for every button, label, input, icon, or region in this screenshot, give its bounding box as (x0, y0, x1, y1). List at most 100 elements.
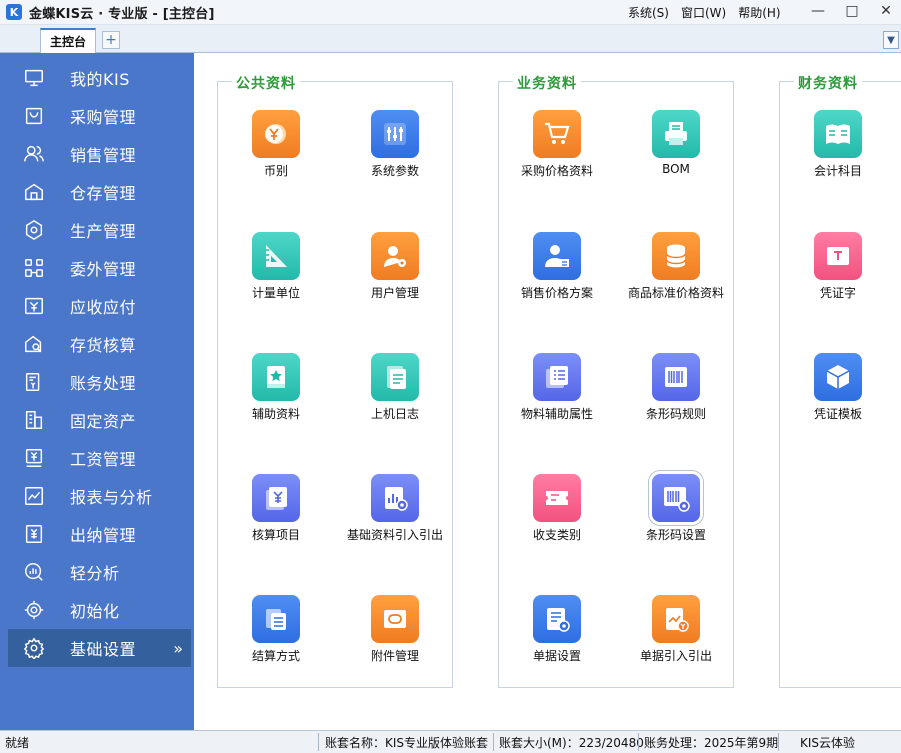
open-book-icon (814, 110, 862, 158)
tile-label: 采购价格资料 (520, 164, 593, 178)
purchase-bag-icon (21, 104, 47, 128)
production-hex-icon (21, 218, 47, 242)
cart-icon (533, 110, 581, 158)
tile-cart[interactable]: 采购价格资料 (502, 110, 612, 190)
sidebar-item-3[interactable]: 仓存管理 (8, 173, 190, 211)
add-tab-button[interactable]: + (102, 31, 120, 49)
tile-open-book[interactable]: 会计科目 (783, 110, 893, 190)
sidebar-item-label: 采购管理 (70, 108, 137, 127)
voucher-t-icon (814, 232, 862, 280)
minimize-button[interactable]: — (811, 2, 825, 20)
tile-label: 用户管理 (370, 286, 419, 300)
user-gear-icon (371, 232, 419, 280)
sidebar-item-8[interactable]: 账务处理 (8, 363, 190, 401)
sidebar-item-4[interactable]: 生产管理 (8, 211, 190, 249)
log-document-icon (371, 353, 419, 401)
tile-sales-person[interactable]: 销售价格方案 (502, 232, 612, 312)
tile-accounting-items[interactable]: 核算项目 (221, 474, 331, 554)
tile-label: 收支类别 (532, 528, 581, 542)
cashier-icon (21, 522, 47, 546)
title-bar: K 金蝶KIS云 · 专业版 - [主控台] 系统(S) 窗口(W) 帮助(H)… (0, 0, 901, 25)
status-bar: 就绪 账套名称：KIS专业版体验账套 账套大小(M)：223/20480 账务处… (0, 730, 901, 753)
tile-star-book[interactable]: 辅助资料 (221, 353, 331, 433)
tab-main-console[interactable]: 主控台 (40, 28, 96, 53)
tile-user-gear[interactable]: 用户管理 (340, 232, 450, 312)
sidebar-item-6[interactable]: 应收应付 (8, 287, 190, 325)
tile-ruler-triangle[interactable]: 计量单位 (221, 232, 331, 312)
sidebar-item-0[interactable]: 我的KIS (8, 59, 190, 97)
tile-document-chart[interactable]: 单据引入引出 (621, 595, 731, 675)
tile-voucher-t[interactable]: 凭证字 (783, 232, 893, 312)
yen-card-icon (21, 294, 47, 318)
tile-ticket[interactable]: 收支类别 (502, 474, 612, 554)
tile-barcode-gear[interactable]: 条形码设置 (621, 470, 731, 554)
star-book-icon (252, 353, 300, 401)
light-analysis-icon (21, 560, 47, 584)
import-export-icon (371, 474, 419, 522)
tab-dropdown-button[interactable]: ▼ (883, 31, 899, 49)
status-divider (493, 733, 494, 751)
menu-window[interactable]: 窗口(W) (681, 4, 726, 21)
sidebar-item-9[interactable]: 固定资产 (8, 401, 190, 439)
tile-database[interactable]: 商品标准价格资料 (621, 232, 731, 312)
tile-currency[interactable]: 币别 (221, 110, 331, 190)
tile-cube[interactable]: 凭证模板 (783, 353, 893, 433)
tile-label: 商品标准价格资料 (627, 286, 724, 300)
document-chart-icon (652, 595, 700, 643)
sidebar-item-label: 存货核算 (70, 336, 137, 355)
tile-label: 计量单位 (251, 286, 300, 300)
tile-label: 上机日志 (370, 407, 419, 421)
tile-system-params[interactable]: 系统参数 (340, 110, 450, 190)
sidebar-item-label: 基础设置 (70, 640, 137, 659)
group-finance: 财务资料 会计科目凭证字凭证模板 (779, 73, 901, 688)
sidebar-item-10[interactable]: 工资管理 (8, 439, 190, 477)
tile-import-export[interactable]: 基础资料引入引出 (340, 474, 450, 554)
sidebar-item-5[interactable]: 委外管理 (8, 249, 190, 287)
tile-material-list[interactable]: 物料辅助属性 (502, 353, 612, 433)
ledger-yen-icon (21, 370, 47, 394)
database-icon (652, 232, 700, 280)
sidebar-item-15[interactable]: 基础设置 » (8, 629, 191, 667)
tile-label: 单据设置 (532, 649, 581, 663)
sidebar-item-label: 应收应付 (70, 298, 137, 317)
menu-help[interactable]: 帮助(H) (738, 4, 780, 21)
sidebar-item-label: 初始化 (70, 602, 120, 621)
close-button[interactable]: ✕ (879, 2, 893, 20)
tile-log-document[interactable]: 上机日志 (340, 353, 450, 433)
sidebar-item-label: 轻分析 (70, 564, 120, 583)
tile-bom-printer[interactable]: BOM (621, 110, 731, 190)
status-period: 账务处理：2025年第9期 (644, 736, 779, 750)
group-public: 公共资料 币别 系统参数计量单位 用户管理辅助资料 上机日志核算项目 基础资料引入引出结… (217, 73, 453, 688)
status-account-size: 账套大小(M)：223/20480 (499, 736, 644, 750)
bom-printer-icon (652, 110, 700, 158)
sidebar-item-7[interactable]: 存货核算 (8, 325, 190, 363)
sidebar-item-2[interactable]: 销售管理 (8, 135, 190, 173)
tile-label: 单据引入引出 (639, 649, 712, 663)
expand-arrow-icon[interactable]: » (173, 639, 183, 658)
people-icon (21, 142, 47, 166)
sidebar: 我的KIS 采购管理销售管理 仓存管理 生产管理 委外管理应收应付存货核算账务处理固定资… (0, 53, 194, 730)
sidebar-item-14[interactable]: 初始化 (8, 591, 190, 629)
status-divider (318, 733, 319, 751)
group-title-finance: 财务资料 (794, 73, 862, 93)
maximize-button[interactable]: □ (845, 2, 859, 20)
sidebar-item-label: 报表与分析 (70, 488, 153, 507)
tile-document-gear[interactable]: 单据设置 (502, 595, 612, 675)
sidebar-item-label: 出纳管理 (70, 526, 137, 545)
sidebar-item-label: 账务处理 (70, 374, 137, 393)
tile-label: 系统参数 (370, 164, 419, 178)
tile-barcode[interactable]: 条形码规则 (621, 353, 731, 433)
tile-attachment[interactable]: 附件管理 (340, 595, 450, 675)
menu-system[interactable]: 系统(S) (628, 4, 669, 21)
group-title-public: 公共资料 (232, 73, 300, 93)
ruler-triangle-icon (252, 232, 300, 280)
sidebar-item-13[interactable]: 轻分析 (8, 553, 190, 591)
sidebar-item-11[interactable]: 报表与分析 (8, 477, 190, 515)
status-edition: KIS云体验 (800, 736, 856, 750)
sidebar-item-12[interactable]: 出纳管理 (8, 515, 190, 553)
tile-label: 条形码规则 (645, 407, 706, 421)
tile-settlement[interactable]: 结算方式 (221, 595, 331, 675)
gear-icon (21, 636, 47, 660)
sidebar-item-1[interactable]: 采购管理 (8, 97, 190, 135)
tile-label: 会计科目 (813, 164, 862, 178)
